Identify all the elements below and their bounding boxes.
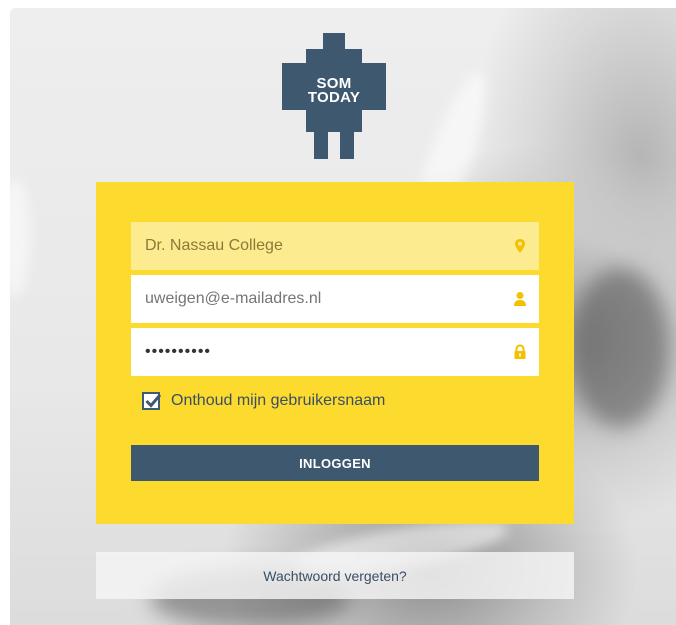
password-input[interactable] [131,329,505,375]
login-panel: Onthoud mijn gebruikersnaam INLOGGEN [96,182,574,524]
forgot-password-link[interactable]: Wachtwoord vergeten? [263,568,406,584]
lock-icon [513,344,527,360]
logo-text: SOM TODAY [282,76,386,106]
email-input[interactable] [131,276,505,322]
user-icon [513,291,527,307]
remember-username-label: Onthoud mijn gebruikersnaam [171,392,386,409]
checkmark-icon [145,394,162,408]
logo-text-line2: TODAY [307,89,361,106]
somtoday-logo: SOM TODAY [282,33,386,159]
login-page: SOM TODAY Dr. Nassau College uweigen@e-m… [0,0,676,625]
password-field[interactable] [131,328,539,376]
checkbox-box[interactable] [142,392,162,410]
school-field[interactable] [131,222,539,270]
school-input[interactable] [131,223,505,269]
email-field[interactable] [131,275,539,323]
login-button[interactable]: INLOGGEN [131,445,539,481]
location-pin-icon [513,238,527,254]
forgot-password-bar: Wachtwoord vergeten? [96,552,574,599]
remember-username-checkbox[interactable]: Onthoud mijn gebruikersnaam [142,389,385,413]
